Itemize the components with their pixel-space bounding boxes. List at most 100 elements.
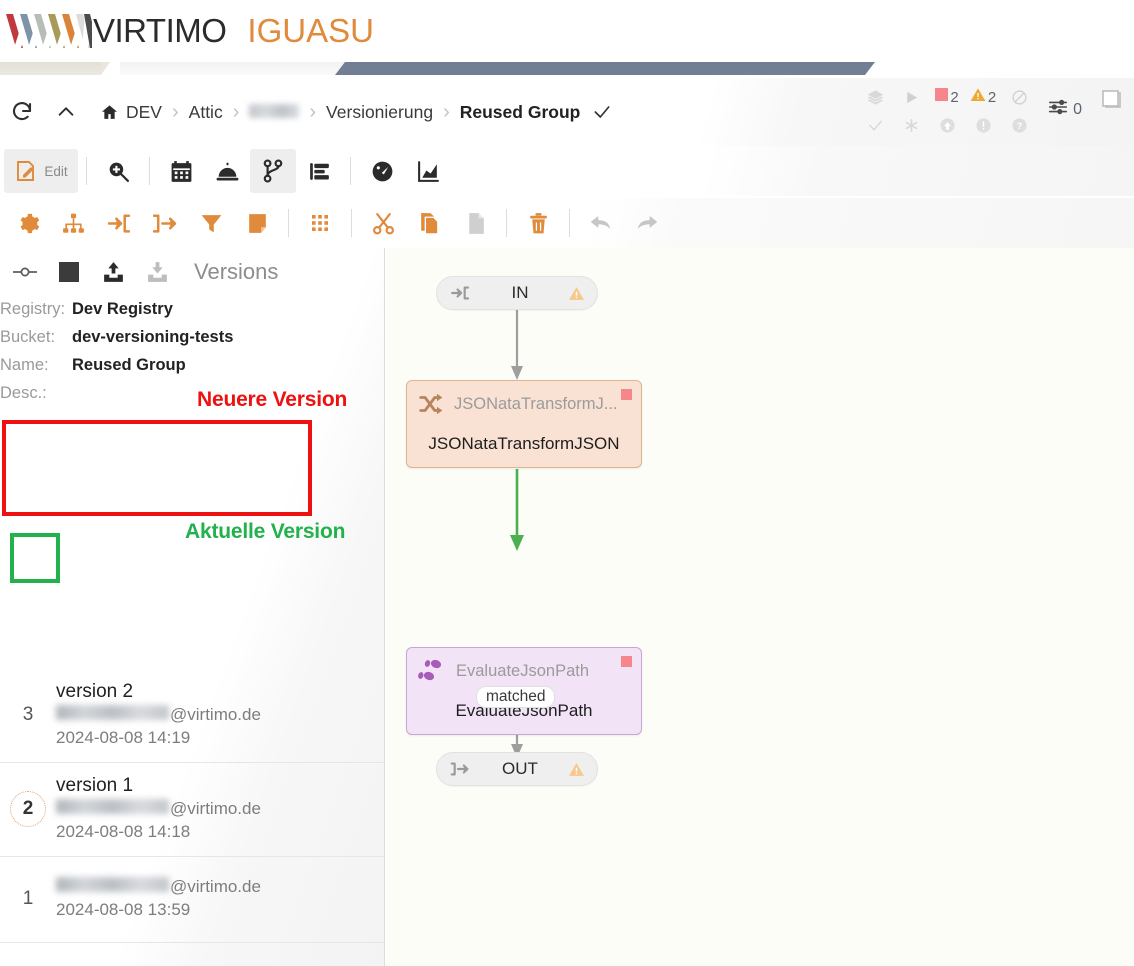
flow-node-jsonata[interactable]: JSONataTransformJ... JSONataTransformJSO… <box>406 380 642 468</box>
version-number: 1 <box>0 881 56 917</box>
tab-segment-active[interactable] <box>335 62 875 75</box>
delete-button[interactable] <box>515 201 561 245</box>
metadata-key: Registry: <box>0 300 66 318</box>
flow-node-out[interactable]: OUT <box>436 752 598 786</box>
asterisk-icon[interactable] <box>893 117 929 134</box>
breadcrumb-separator: › <box>232 100 240 123</box>
hierarchy-button[interactable] <box>50 201 96 245</box>
brand-bar: VIRTIMO IGUASU <box>0 0 1134 62</box>
flow-node-in[interactable]: IN <box>436 276 598 310</box>
breadcrumb-item-current[interactable]: Reused Group <box>456 102 585 123</box>
toolbar-separator <box>351 209 352 237</box>
warning-triangle-icon <box>568 285 585 302</box>
edit-button-label: Edit <box>44 163 68 179</box>
chevron-up-icon[interactable] <box>44 90 88 134</box>
version-list-item[interactable]: 1 @virtimo.de 2024-08-08 13:59 <box>0 857 384 943</box>
shuffle-icon <box>417 391 445 417</box>
area-chart-icon <box>417 160 439 182</box>
copy-icon <box>420 212 439 235</box>
zoom-in-icon <box>109 162 129 182</box>
flow-node-jsonata-type: JSONataTransformJ... <box>454 394 618 413</box>
trash-icon <box>529 212 547 233</box>
breadcrumb-separator: › <box>309 100 317 123</box>
svg-text:?: ? <box>1016 121 1022 131</box>
metadata-value-bucket: dev-versioning-tests <box>72 328 234 346</box>
breadcrumb-item-dev[interactable]: DEV <box>122 102 166 123</box>
note-button[interactable] <box>234 201 280 245</box>
cut-button[interactable] <box>360 201 406 245</box>
statistics-button[interactable] <box>405 149 451 193</box>
services-button[interactable] <box>204 149 250 193</box>
settings-button[interactable] <box>4 201 50 245</box>
breadcrumb-item-versionierung[interactable]: Versionierung <box>322 102 437 123</box>
flow-node-in-label: IN <box>511 283 529 302</box>
window-copy-icon[interactable] <box>1098 86 1124 117</box>
redacted-author-name <box>56 799 169 815</box>
dot-grid-icon <box>312 215 328 231</box>
breadcrumb-item-attic[interactable]: Attic <box>185 102 227 123</box>
commit-line-icon[interactable] <box>4 252 46 292</box>
metadata-value-name: Reused Group <box>72 356 186 374</box>
version-author-domain: @virtimo.de <box>170 705 261 725</box>
footprints-icon <box>417 657 447 685</box>
version-author: @virtimo.de <box>56 876 261 898</box>
download-tray-icon[interactable] <box>136 252 178 292</box>
paste-button[interactable] <box>452 201 498 245</box>
pencil-note-icon <box>17 161 35 181</box>
version-title: version 2 <box>56 680 134 702</box>
question-circle-icon[interactable]: ? <box>1001 117 1037 134</box>
breadcrumb-separator: › <box>171 100 179 123</box>
version-number-value: 2 <box>22 797 34 819</box>
stopped-count[interactable]: 2 <box>929 88 965 106</box>
version-list-item[interactable]: 2 version 1 @virtimo.de 2024-08-08 14:18 <box>0 763 384 857</box>
gauge-icon <box>372 161 392 181</box>
redo-button[interactable] <box>624 201 670 245</box>
flow-edge-label-matched[interactable]: matched <box>476 686 556 708</box>
disabled-circle-icon[interactable] <box>1001 89 1037 106</box>
warning-count[interactable]: 2 <box>965 87 1001 108</box>
home-icon[interactable] <box>100 103 119 122</box>
filter-button[interactable] <box>188 201 234 245</box>
check-icon[interactable] <box>857 117 893 134</box>
zoom-in-button[interactable] <box>95 149 141 193</box>
exclamation-circle-icon[interactable] <box>965 117 1001 134</box>
stop-square-icon[interactable] <box>48 252 90 292</box>
undo-arrow-icon <box>590 215 611 229</box>
output-port-button[interactable] <box>142 201 188 245</box>
edit-button[interactable]: Edit <box>4 149 78 193</box>
version-number-value: 1 <box>22 887 34 909</box>
undo-button[interactable] <box>578 201 624 245</box>
check-icon <box>592 102 612 122</box>
flow-edges <box>510 310 524 758</box>
stopped-square-icon <box>621 389 632 400</box>
layers-icon[interactable] <box>857 89 893 106</box>
metadata-key: Desc.: <box>0 384 47 402</box>
grid-button[interactable] <box>297 201 343 245</box>
refresh-icon[interactable] <box>0 90 44 134</box>
warning-triangle-icon <box>970 87 986 108</box>
tab-segment-beige[interactable] <box>0 62 110 75</box>
breadcrumb-item-redacted[interactable] <box>245 102 303 123</box>
copy-button[interactable] <box>406 201 452 245</box>
tab-segment-light[interactable] <box>120 62 350 75</box>
metadata-key: Name: <box>0 356 49 374</box>
metadata-value-registry: Dev Registry <box>72 300 173 318</box>
upload-tray-icon[interactable] <box>92 252 134 292</box>
toolbar-separator <box>506 209 507 237</box>
version-list-item[interactable]: 3 version 2 @virtimo.de 2024-08-08 14:19 <box>0 669 384 763</box>
flow-canvas[interactable]: IN JSONataTransformJ... JSONataTransform… <box>386 248 1134 966</box>
outline-button[interactable] <box>296 149 342 193</box>
arrow-up-circle-icon[interactable] <box>929 117 965 134</box>
versions-button[interactable] <box>250 149 296 193</box>
warning-count-value: 2 <box>987 88 997 106</box>
stopped-count-value: 2 <box>950 88 959 106</box>
play-icon[interactable] <box>893 89 929 106</box>
monitor-button[interactable] <box>359 149 405 193</box>
calendar-button[interactable] <box>158 149 204 193</box>
input-port-button[interactable] <box>96 201 142 245</box>
sliders-count[interactable]: 0 <box>1047 96 1082 123</box>
paste-icon <box>468 212 484 234</box>
breadcrumb: DEV › Attic › › Versionierung › Reused G… <box>100 101 612 124</box>
sitemap-icon <box>62 213 84 233</box>
version-author-domain: @virtimo.de <box>170 799 261 819</box>
